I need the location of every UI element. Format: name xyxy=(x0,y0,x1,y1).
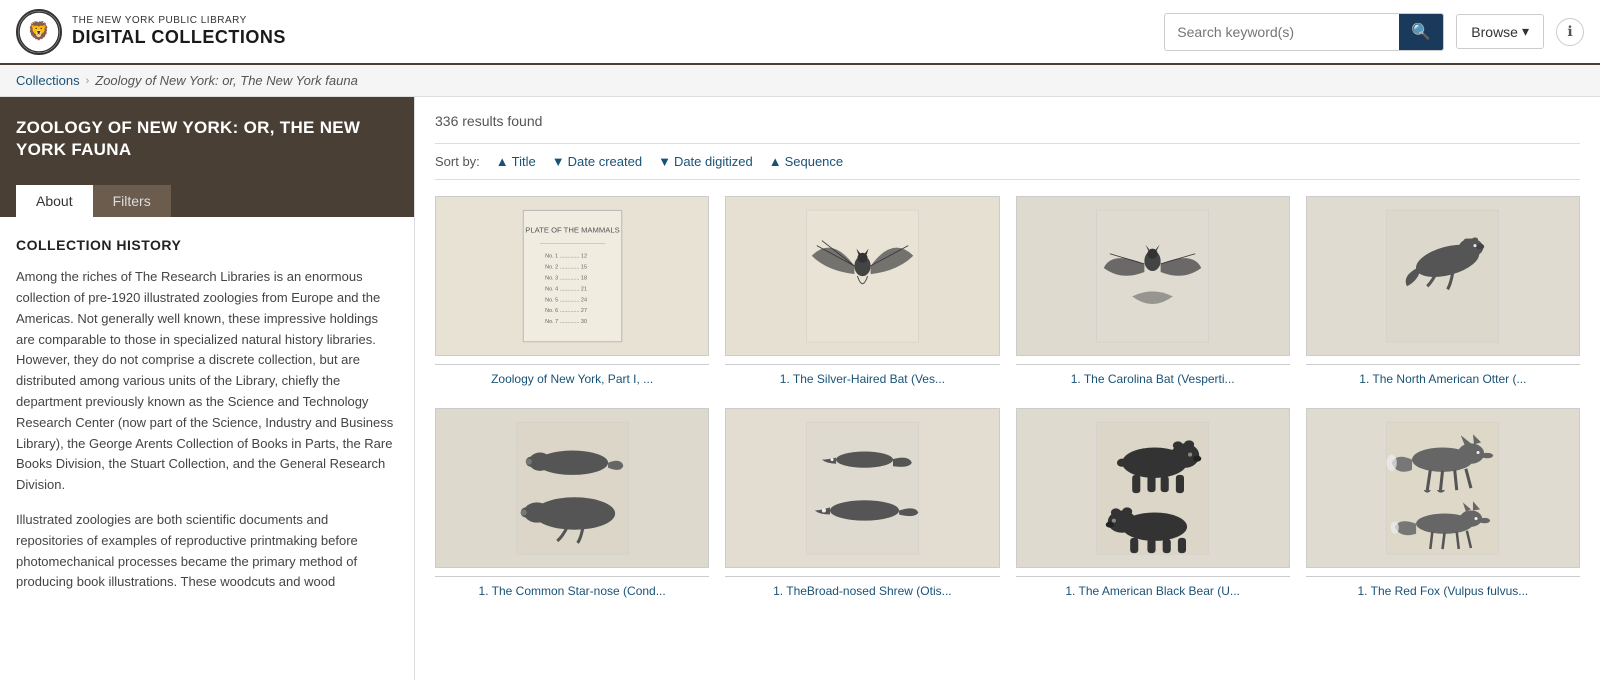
sidebar-collection-title: ZOOLOGY OF NEW YORK: OR, THE NEW YORK FA… xyxy=(16,117,398,177)
main-layout: ZOOLOGY OF NEW YORK: OR, THE NEW YORK FA… xyxy=(0,97,1600,680)
sort-date-created-label: Date created xyxy=(568,154,642,169)
svg-text:No. 5 ............. 24: No. 5 ............. 24 xyxy=(545,297,587,303)
list-item[interactable]: 1. TheBroad-nosed Shrew (Otis... xyxy=(725,408,999,600)
breadcrumb-collections-link[interactable]: Collections xyxy=(16,73,80,88)
sort-date-created[interactable]: ▼ Date created xyxy=(552,154,642,169)
list-item[interactable]: 1. The Silver-Haired Bat (Ves... xyxy=(725,196,999,388)
chevron-down-icon: ▾ xyxy=(1522,23,1529,40)
logo-icon: 🦁 xyxy=(16,9,62,55)
sidebar-header: ZOOLOGY OF NEW YORK: OR, THE NEW YORK FA… xyxy=(0,97,414,217)
items-grid: PLATE OF THE MAMMALS No. 1 .............… xyxy=(435,196,1580,600)
sort-date-digitized[interactable]: ▼ Date digitized xyxy=(658,154,753,169)
svg-text:No. 2 ............. 15: No. 2 ............. 15 xyxy=(545,264,587,270)
item-title: 1. TheBroad-nosed Shrew (Otis... xyxy=(773,583,952,600)
list-item[interactable]: PLATE OF THE MAMMALS No. 1 .............… xyxy=(435,196,709,388)
info-button[interactable]: ℹ xyxy=(1556,18,1584,46)
list-item[interactable]: 1. The Red Fox (Vulpus fulvus... xyxy=(1306,408,1580,600)
tab-about[interactable]: About xyxy=(16,185,93,217)
sort-sequence[interactable]: ▲ Sequence xyxy=(769,154,843,169)
svg-text:No. 1 ............. 12: No. 1 ............. 12 xyxy=(545,253,587,259)
sort-title[interactable]: ▲ Title xyxy=(496,154,536,169)
breadcrumb-current: Zoology of New York: or, The New York fa… xyxy=(95,73,358,88)
info-icon: ℹ xyxy=(1567,23,1572,40)
sort-date-digitized-label: Date digitized xyxy=(674,154,753,169)
sidebar: ZOOLOGY OF NEW YORK: OR, THE NEW YORK FA… xyxy=(0,97,415,680)
svg-text:No. 7 ............. 30: No. 7 ............. 30 xyxy=(545,319,587,325)
sort-sequence-label: Sequence xyxy=(785,154,844,169)
results-count: 336 results found xyxy=(435,113,1580,129)
list-item[interactable]: 1. The North American Otter (... xyxy=(1306,196,1580,388)
svg-text:No. 4 ............. 21: No. 4 ............. 21 xyxy=(545,286,587,292)
sort-title-arrow: ▲ xyxy=(496,154,509,169)
breadcrumb: Collections › Zoology of New York: or, T… xyxy=(0,65,1600,97)
content-area: 336 results found Sort by: ▲ Title ▼ Dat… xyxy=(415,97,1600,680)
sidebar-tabs: About Filters xyxy=(16,185,398,217)
list-item[interactable]: 1. The American Black Bear (U... xyxy=(1016,408,1290,600)
sort-date-created-arrow: ▼ xyxy=(552,154,565,169)
logo-area: 🦁 THE NEW YORK PUBLIC LIBRARY DIGITAL CO… xyxy=(16,9,286,55)
list-item[interactable]: 1. The Carolina Bat (Vesperti... xyxy=(1016,196,1290,388)
sort-label: Sort by: xyxy=(435,154,480,169)
sort-bar: Sort by: ▲ Title ▼ Date created ▼ Date d… xyxy=(435,143,1580,180)
item-title: 1. The North American Otter (... xyxy=(1359,371,1526,388)
header-controls: 🔍 Browse ▾ ℹ xyxy=(1164,13,1584,51)
header: 🦁 THE NEW YORK PUBLIC LIBRARY DIGITAL CO… xyxy=(0,0,1600,65)
sidebar-content: COLLECTION HISTORY Among the riches of T… xyxy=(0,217,414,627)
search-input[interactable] xyxy=(1165,16,1399,48)
item-title: 1. The Carolina Bat (Vesperti... xyxy=(1071,371,1235,388)
item-title: Zoology of New York, Part I, ... xyxy=(491,371,653,388)
svg-text:🦁: 🦁 xyxy=(28,20,50,41)
collection-history-heading: COLLECTION HISTORY xyxy=(16,237,398,253)
search-box[interactable]: 🔍 xyxy=(1164,13,1444,51)
browse-button[interactable]: Browse ▾ xyxy=(1456,14,1544,49)
sort-sequence-arrow: ▲ xyxy=(769,154,782,169)
list-item[interactable]: 1. The Common Star-nose (Cond... xyxy=(435,408,709,600)
svg-text:No. 6 ............. 27: No. 6 ............. 27 xyxy=(545,308,587,314)
item-title: 1. The Silver-Haired Bat (Ves... xyxy=(780,371,945,388)
logo-text: THE NEW YORK PUBLIC LIBRARY DIGITAL COLL… xyxy=(72,15,286,49)
svg-text:PLATE OF THE MAMMALS: PLATE OF THE MAMMALS xyxy=(525,225,619,234)
sort-title-label: Title xyxy=(512,154,536,169)
item-title: 1. The American Black Bear (U... xyxy=(1065,583,1240,600)
breadcrumb-separator: › xyxy=(86,75,90,87)
item-title: 1. The Red Fox (Vulpus fulvus... xyxy=(1358,583,1529,600)
item-title: 1. The Common Star-nose (Cond... xyxy=(479,583,666,600)
sidebar-description: Among the riches of The Research Librari… xyxy=(16,267,398,593)
search-icon: 🔍 xyxy=(1411,24,1431,41)
tab-filters[interactable]: Filters xyxy=(93,185,171,217)
svg-text:No. 3 ............. 18: No. 3 ............. 18 xyxy=(545,275,587,281)
sort-date-digitized-arrow: ▼ xyxy=(658,154,671,169)
search-button[interactable]: 🔍 xyxy=(1399,14,1443,50)
